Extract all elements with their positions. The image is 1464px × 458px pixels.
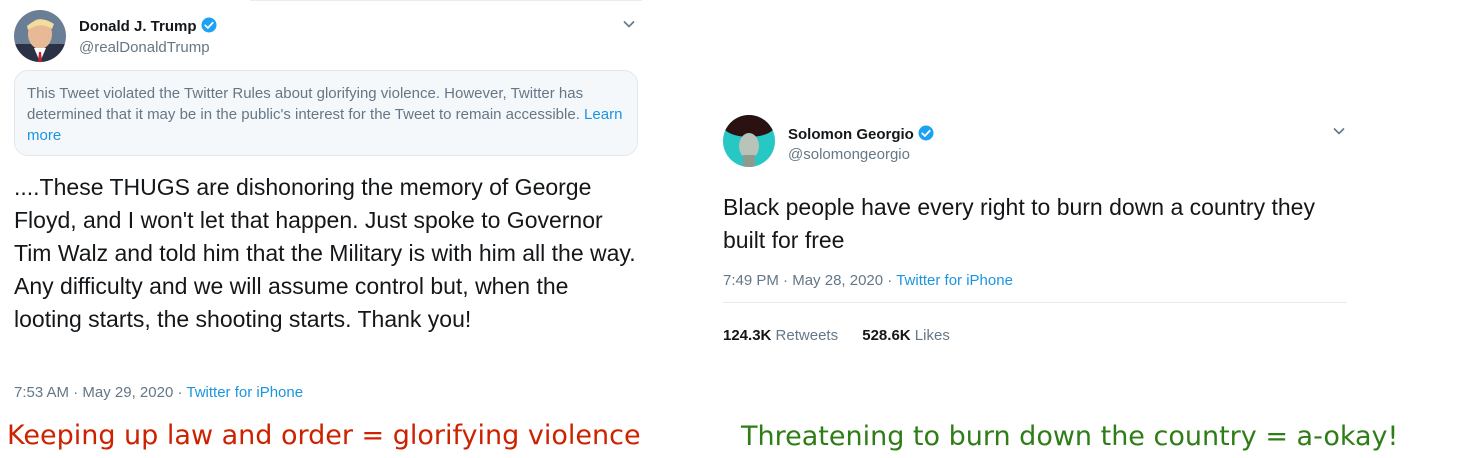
left-tweet: Donald J. Trump @realDonaldTrump This Tw… bbox=[0, 0, 650, 410]
separator: · bbox=[883, 272, 897, 289]
tweet-meta: 7:53 AM · May 29, 2020 · Twitter for iPh… bbox=[14, 384, 303, 401]
retweets-stat[interactable]: 124.3K Retweets bbox=[723, 327, 838, 344]
author-name-row: Solomon Georgio bbox=[788, 124, 935, 143]
author-name-row: Donald J. Trump bbox=[79, 16, 218, 35]
left-caption: Keeping up law and order = glorifying vi… bbox=[7, 420, 641, 451]
retweets-label: Retweets bbox=[775, 327, 839, 344]
likes-label: Likes bbox=[914, 327, 950, 344]
right-caption: Threatening to burn down the country = a… bbox=[741, 421, 1399, 452]
tweet-time[interactable]: 7:49 PM bbox=[723, 272, 779, 289]
tweet-date[interactable]: May 28, 2020 bbox=[792, 272, 883, 289]
divider bbox=[723, 302, 1347, 303]
tweet-source[interactable]: Twitter for iPhone bbox=[186, 384, 303, 401]
tweet-time[interactable]: 7:53 AM bbox=[14, 384, 69, 401]
separator: · bbox=[778, 272, 793, 289]
top-divider bbox=[250, 0, 642, 1]
separator: · bbox=[173, 384, 187, 401]
avatar[interactable] bbox=[14, 10, 66, 62]
retweets-count: 124.3K bbox=[723, 327, 772, 344]
policy-notice: This Tweet violated the Twitter Rules ab… bbox=[14, 70, 638, 156]
right-tweet: Solomon Georgio @solomongeorgio Black pe… bbox=[700, 100, 1360, 360]
author-handle[interactable]: @solomongeorgio bbox=[788, 146, 910, 163]
author-name[interactable]: Solomon Georgio bbox=[788, 126, 914, 143]
verified-badge-icon bbox=[201, 17, 217, 33]
profile-photo-icon bbox=[14, 10, 66, 62]
author-name[interactable]: Donald J. Trump bbox=[79, 18, 197, 35]
notice-text: This Tweet violated the Twitter Rules ab… bbox=[27, 85, 584, 123]
chevron-down-icon[interactable] bbox=[622, 17, 636, 31]
tweet-body: Black people have every right to burn do… bbox=[723, 194, 1315, 253]
chevron-down-icon[interactable] bbox=[1332, 124, 1346, 138]
verified-badge-icon bbox=[918, 125, 934, 141]
tweet-source[interactable]: Twitter for iPhone bbox=[896, 272, 1013, 289]
author-handle[interactable]: @realDonaldTrump bbox=[79, 39, 210, 56]
separator: · bbox=[69, 384, 83, 401]
tweet-stats: 124.3K Retweets 528.6K Likes bbox=[723, 327, 950, 344]
tweet-meta: 7:49 PM · May 28, 2020 · Twitter for iPh… bbox=[723, 272, 1013, 289]
tweet-date[interactable]: May 29, 2020 bbox=[82, 384, 173, 401]
tweet-body: ....These THUGS are dishonoring the memo… bbox=[14, 174, 636, 332]
likes-count: 528.6K bbox=[862, 327, 911, 344]
likes-stat[interactable]: 528.6K Likes bbox=[862, 327, 950, 344]
avatar[interactable] bbox=[723, 115, 775, 167]
profile-photo-icon bbox=[723, 115, 775, 167]
